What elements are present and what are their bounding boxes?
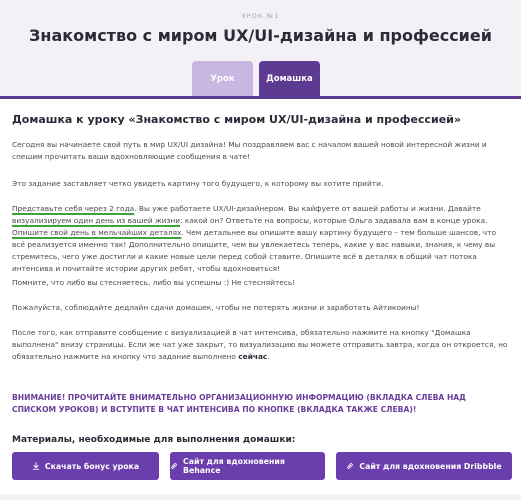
emphasis-now: сейчас bbox=[238, 352, 268, 361]
lesson-number-label: УРОК №1 bbox=[241, 12, 280, 20]
paragraph-dont-be-shy: Помните, что либо вы стесняетесь, либо в… bbox=[12, 278, 296, 287]
paragraph-after-send: После того, как отправите сообщение с ви… bbox=[12, 328, 508, 361]
highlight-details: Опишите свой день в мельчайших деталях bbox=[12, 228, 182, 237]
paragraph-task: Это задание заставляет четко увидеть кар… bbox=[12, 179, 384, 188]
homework-card: Домашка к уроку «Знакомство с миром UX/U… bbox=[0, 96, 521, 500]
download-bonus-button[interactable]: Скачать бонус урока bbox=[12, 452, 159, 480]
download-bonus-label: Скачать бонус урока bbox=[44, 461, 140, 471]
tabs-bar: Урок Домашка bbox=[192, 61, 320, 96]
bottom-divider bbox=[0, 494, 521, 500]
paragraph-deadline: Пожалуйста, соблюдайте дедлайн сдачи дом… bbox=[12, 303, 420, 312]
page-title: Знакомство с миром UX/UI-дизайна и профе… bbox=[29, 26, 492, 45]
paragraph-visualization: Представьте себя через 2 года. Вы уже ра… bbox=[12, 204, 496, 273]
behance-link-label: Сайт для вдохновения Behance bbox=[183, 457, 285, 475]
attention-notice: ВНИМАНИЕ! ПРОЧИТАЙТЕ ВНИМАТЕЛЬНО ОРГАНИЗ… bbox=[12, 393, 466, 414]
tab-homework[interactable]: Домашка bbox=[259, 61, 320, 96]
download-icon bbox=[32, 462, 40, 470]
highlight-one-day: визуализируем один день из вашей жизни bbox=[12, 216, 181, 225]
dribbble-link-button[interactable]: Сайт для вдохновения Dribbble bbox=[336, 452, 512, 480]
paragraph-intro: Сегодня вы начинаете свой путь в мир UX/… bbox=[12, 140, 487, 161]
highlight-two-years: Представьте себя через 2 года bbox=[12, 204, 135, 213]
materials-heading: Материалы, необходимые для выполнения до… bbox=[12, 435, 296, 445]
link-icon bbox=[171, 463, 177, 469]
tab-lesson[interactable]: Урок bbox=[192, 61, 253, 96]
link-icon bbox=[347, 463, 354, 469]
homework-title: Домашка к уроку «Знакомство с миром UX/U… bbox=[12, 113, 461, 126]
behance-link-button[interactable]: Сайт для вдохновения Behance bbox=[170, 452, 325, 480]
dribbble-link-label: Сайт для вдохновения Dribbble bbox=[359, 461, 502, 471]
